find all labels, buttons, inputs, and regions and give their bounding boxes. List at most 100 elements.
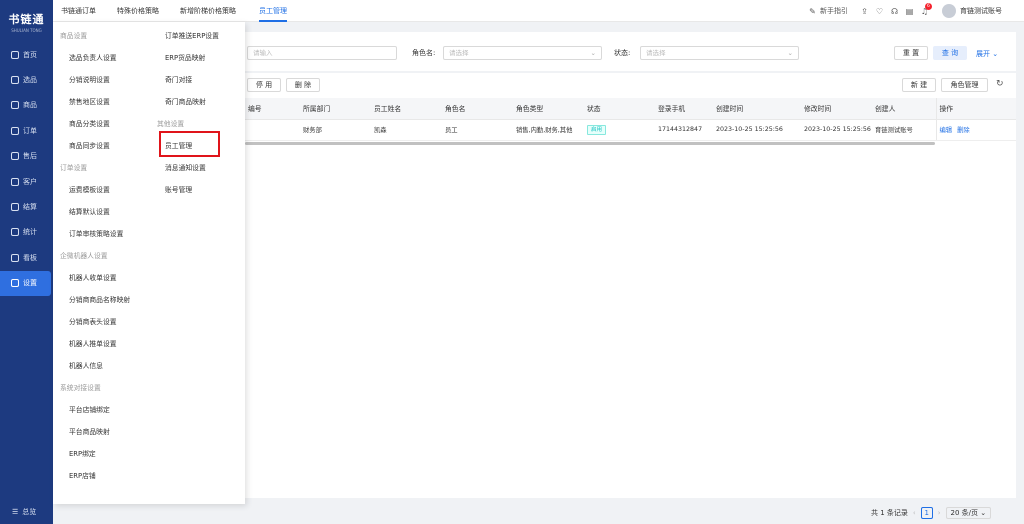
menu-item-erp-store[interactable]: ERP店铺 (69, 470, 96, 480)
guide-label: 新手指引 (820, 7, 848, 15)
upload-icon[interactable]: ⇪ (860, 7, 869, 16)
search-input[interactable]: 请输入 (247, 46, 397, 60)
tab-tier-price[interactable]: 新增阶梯价格策略 (180, 0, 236, 22)
menu-group-goods: 商品设置 (60, 32, 88, 40)
cell-name: 凯森 (371, 119, 442, 141)
customer-icon (11, 177, 19, 186)
col-modified: 修改时间 (801, 98, 872, 120)
box-icon (11, 76, 19, 85)
sidebar-item-settings[interactable]: 设置 (0, 270, 51, 296)
menu-item-qimen[interactable]: 奇门对接 (165, 74, 192, 84)
sidebar-item-orders[interactable]: 订单 (0, 118, 53, 143)
menu-item-notifications[interactable]: 消息通知设置 (165, 162, 206, 172)
next-page-icon[interactable]: › (938, 509, 941, 517)
sidebar-item-stats[interactable]: 统计 (0, 220, 53, 245)
user-menu[interactable]: 育链测试账号 (942, 0, 1002, 22)
delete-link[interactable]: 删除 (957, 127, 970, 134)
menu-item-shipping-template[interactable]: 运费模板设置 (69, 184, 110, 194)
status-badge: 启用 (587, 124, 607, 135)
sidebar-item-label: 售后 (23, 152, 37, 161)
sidebar-item-aftersale[interactable]: 售后 (0, 144, 53, 169)
menu-item-restricted-regions[interactable]: 禁售地区设置 (69, 96, 110, 106)
sidebar: 书链通 SHULIAN TONG 首页 选品 商品 订单 售后 客户 结算 统计… (0, 0, 53, 524)
doc-icon[interactable]: ▤ (905, 7, 914, 16)
disable-button[interactable]: 停 用 (247, 78, 281, 92)
menu-item-selection-owner[interactable]: 选品负责人设置 (69, 52, 117, 62)
menu-item-bot-info[interactable]: 机器人信息 (69, 360, 103, 370)
headset-icon[interactable]: ☊ (890, 7, 899, 16)
menu-item-goods-category[interactable]: 商品分类设置 (69, 118, 110, 128)
goods-icon (11, 101, 19, 110)
topbar: 书链通订单 特殊价格策略 新增阶梯价格策略 员工管理 ✎ 新手指引 ⇪ ♡ ☊ ▤… (53, 0, 1024, 22)
delete-button[interactable]: 删 除 (286, 78, 320, 92)
status-select[interactable]: 请选择 ⌄ (640, 46, 799, 60)
prev-page-icon[interactable]: ‹ (913, 509, 916, 517)
menu-item-platform-store[interactable]: 平台店铺绑定 (69, 404, 110, 414)
sidebar-item-select[interactable]: 选品 (0, 67, 53, 92)
tab-staff-management[interactable]: 员工管理 (259, 0, 287, 22)
settle-icon (11, 203, 19, 212)
cell-created: 2023-10-25 15:25:56 (713, 119, 801, 141)
refresh-icon[interactable]: ↻ (996, 79, 1004, 89)
col-actions: 操作 (935, 98, 1016, 120)
menu-item-qimen-goods-mapping[interactable]: 奇门商品映射 (165, 96, 206, 106)
role-placeholder: 请选择 (449, 49, 469, 57)
logo-subtitle: SHULIAN TONG (11, 28, 42, 33)
role-select[interactable]: 请选择 ⌄ (443, 46, 602, 60)
menu-group-bot: 企微机器人设置 (60, 252, 108, 260)
page-size-label: 20 条/页 (950, 509, 979, 517)
sidebar-nav: 首页 选品 商品 订单 售后 客户 结算 统计 看板 设置 (0, 42, 53, 296)
role-management-button[interactable]: 角色管理 (941, 78, 988, 92)
highlight-box (159, 131, 220, 157)
cell-dept: 财务部 (300, 119, 371, 141)
role-label: 角色名: (412, 49, 436, 57)
expand-link[interactable]: 展开 ⌄ (976, 49, 998, 59)
page-number[interactable]: 1 (920, 507, 933, 519)
menu-item-distributor-header[interactable]: 分销商表头设置 (69, 316, 117, 326)
sidebar-item-settlement[interactable]: 结算 (0, 194, 53, 219)
sidebar-item-customers[interactable]: 客户 (0, 169, 53, 194)
tab-shulian-orders[interactable]: 书链通订单 (61, 0, 96, 22)
new-button[interactable]: 新 建 (902, 78, 936, 92)
menu-item-settlement-default[interactable]: 结算默认设置 (69, 206, 110, 216)
sidebar-item-label: 订单 (23, 126, 37, 135)
expand-label: 展开 (976, 50, 990, 58)
menu-item-bot-receive[interactable]: 机器人收单设置 (69, 272, 117, 282)
cell-role: 员工 (442, 119, 513, 141)
tab-special-price[interactable]: 特殊价格策略 (117, 0, 159, 22)
col-role-type: 角色类型 (513, 98, 584, 120)
menu-item-distributor-name-map[interactable]: 分销商商品名称映射 (69, 294, 130, 304)
logo: 书链通 SHULIAN TONG (0, 0, 53, 34)
order-icon (11, 126, 19, 135)
total-records: 共 1 条记录 (871, 509, 908, 517)
menu-item-goods-sync[interactable]: 商品同步设置 (69, 140, 110, 150)
query-button[interactable]: 查 询 (933, 46, 967, 60)
menu-item-accounts[interactable]: 账号管理 (165, 184, 192, 194)
sidebar-item-home[interactable]: 首页 (0, 42, 53, 67)
page-size-select[interactable]: 20 条/页 ⌄ (945, 507, 992, 519)
guide-link[interactable]: ✎ 新手指引 (808, 0, 848, 22)
reset-button[interactable]: 重 置 (894, 46, 928, 60)
menu-item-erp-goods-mapping[interactable]: ERP货品映射 (165, 52, 205, 62)
col-name: 员工姓名 (371, 98, 442, 120)
sidebar-item-label: 设置 (23, 279, 37, 288)
menu-item-erp-bind[interactable]: ERP绑定 (69, 448, 96, 458)
sidebar-overview[interactable]: ☰ 总览 (0, 500, 53, 524)
menu-item-distribution-notes[interactable]: 分销说明设置 (69, 74, 110, 84)
sidebar-item-label: 首页 (23, 50, 37, 59)
table-header: 编号 所属部门 员工姓名 角色名 角色类型 状态 登录手机 创建时间 修改时间 … (245, 98, 1016, 120)
sidebar-item-board[interactable]: 看板 (0, 245, 53, 270)
menu-item-order-review[interactable]: 订单审核策略设置 (69, 228, 123, 238)
edit-link[interactable]: 编辑 (940, 127, 953, 134)
bell-icon[interactable]: ♫ 6 (920, 2, 932, 16)
col-dept: 所属部门 (300, 98, 371, 120)
menu-item-bot-push[interactable]: 机器人推单设置 (69, 338, 117, 348)
stats-icon (11, 228, 19, 237)
menu-item-order-push-erp[interactable]: 订单推送ERP设置 (165, 30, 219, 40)
menu-item-platform-goods[interactable]: 平台商品映射 (69, 426, 110, 436)
table-scrollbar[interactable] (245, 142, 935, 145)
heart-icon[interactable]: ♡ (875, 7, 884, 16)
topbar-icons: ⇪ ♡ ☊ ▤ ♫ 6 (860, 0, 932, 22)
col-status: 状态 (584, 98, 655, 120)
sidebar-item-goods[interactable]: 商品 (0, 93, 53, 118)
